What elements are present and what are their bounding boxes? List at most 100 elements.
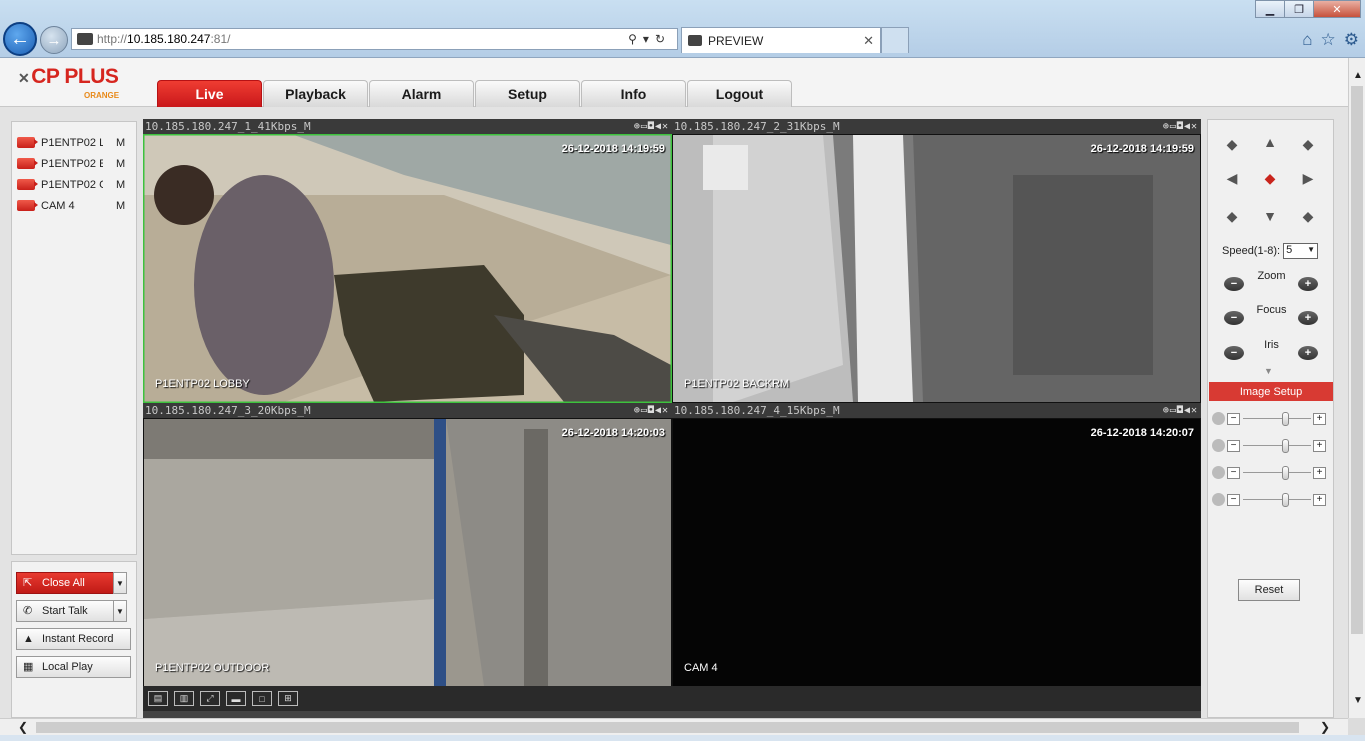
favorites-star-icon[interactable]: ☆ xyxy=(1321,30,1336,50)
address-bar[interactable]: http://10.185.180.247:81/ ⚲▾↻ xyxy=(71,28,678,50)
layout-4-button[interactable]: ⊞ xyxy=(278,691,298,706)
saturation-minus-button[interactable]: − xyxy=(1227,467,1240,479)
ptz-up-right-icon[interactable]: ◆ xyxy=(1300,136,1316,152)
channel-tools-icons[interactable]: ⊕▭◘◀✕ xyxy=(634,119,669,134)
camera-list-item[interactable]: P1ENTP02 E M xyxy=(12,153,136,174)
hue-slider[interactable]: − + xyxy=(1212,493,1330,507)
stream-main-button[interactable]: ▤ xyxy=(148,691,168,706)
slider-track[interactable] xyxy=(1243,418,1311,419)
fullscreen-button[interactable]: ⤢ xyxy=(200,691,220,706)
horizontal-scrollbar[interactable]: ❮ ❯ xyxy=(0,718,1348,735)
settings-gear-icon[interactable]: ⚙ xyxy=(1344,30,1359,50)
brightness-slider[interactable]: − + xyxy=(1212,412,1330,426)
camera-stream-flag[interactable]: M xyxy=(116,158,125,170)
aspect-ratio-button[interactable]: ▬ xyxy=(226,691,246,706)
close-window-button[interactable]: ✕ xyxy=(1313,0,1361,18)
focus-far-button[interactable]: + xyxy=(1298,311,1318,325)
saturation-plus-button[interactable]: + xyxy=(1313,467,1326,479)
start-talk-button[interactable]: ✆ Start Talk xyxy=(16,600,114,622)
slider-track[interactable] xyxy=(1243,472,1311,473)
scroll-down-icon[interactable]: ▼ xyxy=(1353,695,1363,706)
video-feed[interactable]: 26-12-2018 14:19:59 P1ENTP02 BACKRM xyxy=(673,135,1200,402)
camera-list-item[interactable]: P1ENTP02 L M xyxy=(12,132,136,153)
browser-tab[interactable]: PREVIEW ✕ xyxy=(681,27,881,53)
tab-logout[interactable]: Logout xyxy=(687,80,792,107)
back-button[interactable]: ← xyxy=(3,22,37,56)
speed-select[interactable]: 5 xyxy=(1283,243,1319,259)
contrast-slider[interactable]: − + xyxy=(1212,439,1330,453)
ptz-up-left-icon[interactable]: ◆ xyxy=(1224,136,1240,152)
video-feed[interactable]: 26-12-2018 14:19:59 P1ENTP02 LOBBY xyxy=(143,134,672,403)
instant-record-button[interactable]: ▲ Instant Record xyxy=(16,628,131,650)
minimize-button[interactable]: ▁ xyxy=(1255,0,1285,18)
ptz-up-icon[interactable]: ▲ xyxy=(1262,134,1278,150)
camera-list-item[interactable]: P1ENTP02 C M xyxy=(12,174,136,195)
channel-tools-icons[interactable]: ⊕▭◘◀✕ xyxy=(1163,403,1198,418)
tab-setup[interactable]: Setup xyxy=(475,80,580,107)
video-cell-4[interactable]: 10.185.180.247_4_15Kbps_M ⊕▭◘◀✕ 26-12-201… xyxy=(672,403,1201,687)
vertical-scrollbar[interactable]: ▲ ▼ xyxy=(1348,58,1365,718)
ptz-down-right-icon[interactable]: ◆ xyxy=(1300,208,1316,224)
local-play-button[interactable]: ▦ Local Play xyxy=(16,656,131,678)
forward-button[interactable]: → xyxy=(40,26,68,54)
video-feed[interactable]: 26-12-2018 14:20:07 CAM 4 xyxy=(673,419,1200,686)
slider-track[interactable] xyxy=(1243,499,1311,500)
channel-tools-icons[interactable]: ⊕▭◘◀✕ xyxy=(634,403,669,418)
video-cell-2[interactable]: 10.185.180.247_2_31Kbps_M ⊕▭◘◀✕ 26-12-201… xyxy=(672,119,1201,403)
saturation-slider[interactable]: − + xyxy=(1212,466,1330,480)
camera-stream-flag[interactable]: M xyxy=(116,179,125,191)
close-all-button[interactable]: ⇱ Close All xyxy=(16,572,114,594)
scroll-thumb[interactable] xyxy=(36,722,1299,733)
image-setup-header[interactable]: Image Setup xyxy=(1209,382,1333,401)
slider-knob[interactable] xyxy=(1282,466,1290,480)
video-cell-1[interactable]: 10.185.180.247_1_41Kbps_M ⊕▭◘◀✕ 26-12-201… xyxy=(143,119,672,403)
zoom-out-button[interactable]: − xyxy=(1224,277,1244,291)
scroll-right-icon[interactable]: ❯ xyxy=(1320,720,1330,734)
tab-alarm[interactable]: Alarm xyxy=(369,80,474,107)
close-all-dropdown[interactable]: ▼ xyxy=(113,572,127,594)
camera-stream-flag[interactable]: M xyxy=(116,137,125,149)
collapse-arrow-icon[interactable]: ▼ xyxy=(1264,366,1273,376)
video-feed[interactable]: 26-12-2018 14:20:03 P1ENTP02 OUTDOOR xyxy=(144,419,671,686)
layout-1-button[interactable]: □ xyxy=(252,691,272,706)
browser-chrome: ▁ ❐ ✕ ← → http://10.185.180.247:81/ ⚲▾↻ … xyxy=(0,0,1365,58)
camera-stream-flag[interactable]: M xyxy=(116,200,125,212)
zoom-in-button[interactable]: + xyxy=(1298,277,1318,291)
stream-sub-button[interactable]: ▥ xyxy=(174,691,194,706)
video-cell-3[interactable]: 10.185.180.247_3_20Kbps_M ⊕▭◘◀✕ 26-12-201… xyxy=(143,403,672,687)
reset-button[interactable]: Reset xyxy=(1238,579,1300,601)
tab-live[interactable]: Live xyxy=(157,80,262,107)
ptz-down-icon[interactable]: ▼ xyxy=(1262,208,1278,224)
start-talk-dropdown[interactable]: ▼ xyxy=(113,600,127,622)
slider-track[interactable] xyxy=(1243,445,1311,446)
scroll-thumb[interactable] xyxy=(1351,86,1363,634)
tab-info[interactable]: Info xyxy=(581,80,686,107)
brightness-plus-button[interactable]: + xyxy=(1313,413,1326,425)
tab-close-icon[interactable]: ✕ xyxy=(863,33,874,49)
camera-list-item[interactable]: CAM 4 M xyxy=(12,195,136,216)
hue-plus-button[interactable]: + xyxy=(1313,494,1326,506)
scroll-up-icon[interactable]: ▲ xyxy=(1353,70,1363,81)
ptz-center-icon[interactable]: ◆ xyxy=(1262,170,1278,186)
contrast-plus-button[interactable]: + xyxy=(1313,440,1326,452)
scroll-left-icon[interactable]: ❮ xyxy=(18,720,28,734)
home-icon[interactable]: ⌂ xyxy=(1302,30,1312,50)
ptz-down-left-icon[interactable]: ◆ xyxy=(1224,208,1240,224)
ptz-right-icon[interactable]: ▶ xyxy=(1300,170,1316,186)
slider-knob[interactable] xyxy=(1282,412,1290,426)
slider-knob[interactable] xyxy=(1282,439,1290,453)
focus-near-button[interactable]: − xyxy=(1224,311,1244,325)
channel-tools-icons[interactable]: ⊕▭◘◀✕ xyxy=(1163,119,1198,134)
hue-minus-button[interactable]: − xyxy=(1227,494,1240,506)
tab-playback[interactable]: Playback xyxy=(263,80,368,107)
contrast-minus-button[interactable]: − xyxy=(1227,440,1240,452)
iris-open-button[interactable]: + xyxy=(1298,346,1318,360)
brightness-minus-button[interactable]: − xyxy=(1227,413,1240,425)
ptz-left-icon[interactable]: ◀ xyxy=(1224,170,1240,186)
address-tools[interactable]: ⚲▾↻ xyxy=(628,32,671,46)
slider-knob[interactable] xyxy=(1282,493,1290,507)
iris-close-button[interactable]: − xyxy=(1224,346,1244,360)
outdoor-scene-image xyxy=(144,419,671,686)
maximize-button[interactable]: ❐ xyxy=(1284,0,1314,18)
new-tab-button[interactable] xyxy=(881,27,909,53)
